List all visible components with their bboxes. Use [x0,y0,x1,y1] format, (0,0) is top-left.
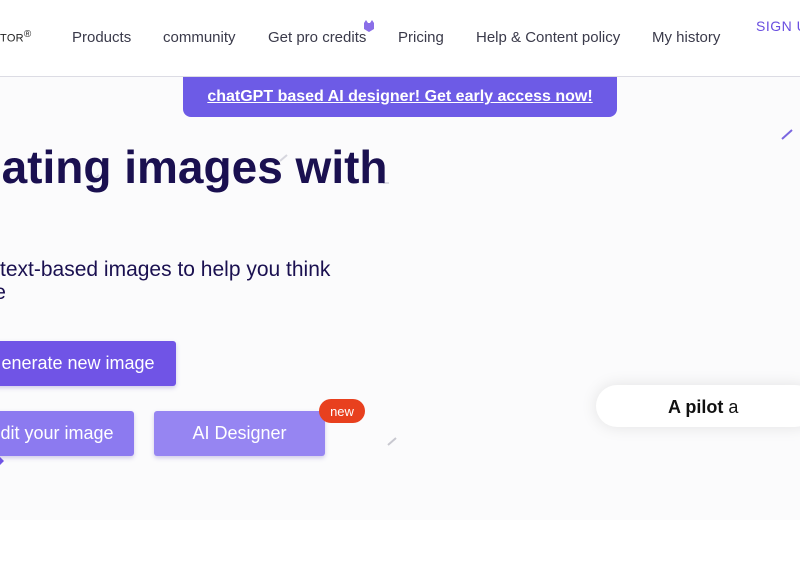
early-access-link[interactable]: chatGPT based AI designer! Get early acc… [207,88,592,106]
nav-get-pro-credits[interactable]: Get pro credits [268,29,366,46]
cat-icon [364,20,374,32]
generate-new-image-button[interactable]: enerate new image [0,341,176,386]
edit-your-image-button[interactable]: dit your image [0,411,134,456]
nav-my-history[interactable]: My history [652,29,720,46]
prompt-typed-text: A pilot [668,397,724,417]
subheadline-line-1: ate text-based images to help you think [0,258,331,281]
sparkle-line [781,129,793,140]
hero-subheadline: ate text-based images to help you think … [0,258,405,304]
arrow-icon [0,457,4,465]
logo-text: TOR [0,32,24,45]
nav-products[interactable]: Products [72,29,131,46]
nav-community[interactable]: community [163,29,236,46]
top-navbar: TOR® Products community Get pro credits … [0,0,800,77]
subheadline-line-2: eate [0,281,6,304]
headline-line-2: t [0,192,416,242]
sparkle-line [387,437,397,446]
prompt-demo-text: A pilot a [668,397,738,418]
ai-designer-button[interactable]: AI Designer [154,411,325,456]
prompt-typing-letter: a [728,397,739,417]
nav-help-content-policy[interactable]: Help & Content policy [476,29,620,46]
announcement-banner: chatGPT based AI designer! Get early acc… [183,77,617,117]
new-badge: new [319,399,365,423]
nav-pricing[interactable]: Pricing [398,29,444,46]
logo[interactable]: TOR® [0,29,32,45]
sign-up-link[interactable]: SIGN U [756,18,800,34]
hero-headline: eating images with t [0,142,416,242]
logo-registered-mark: ® [23,29,32,40]
headline-line-1: eating images with [0,141,388,193]
